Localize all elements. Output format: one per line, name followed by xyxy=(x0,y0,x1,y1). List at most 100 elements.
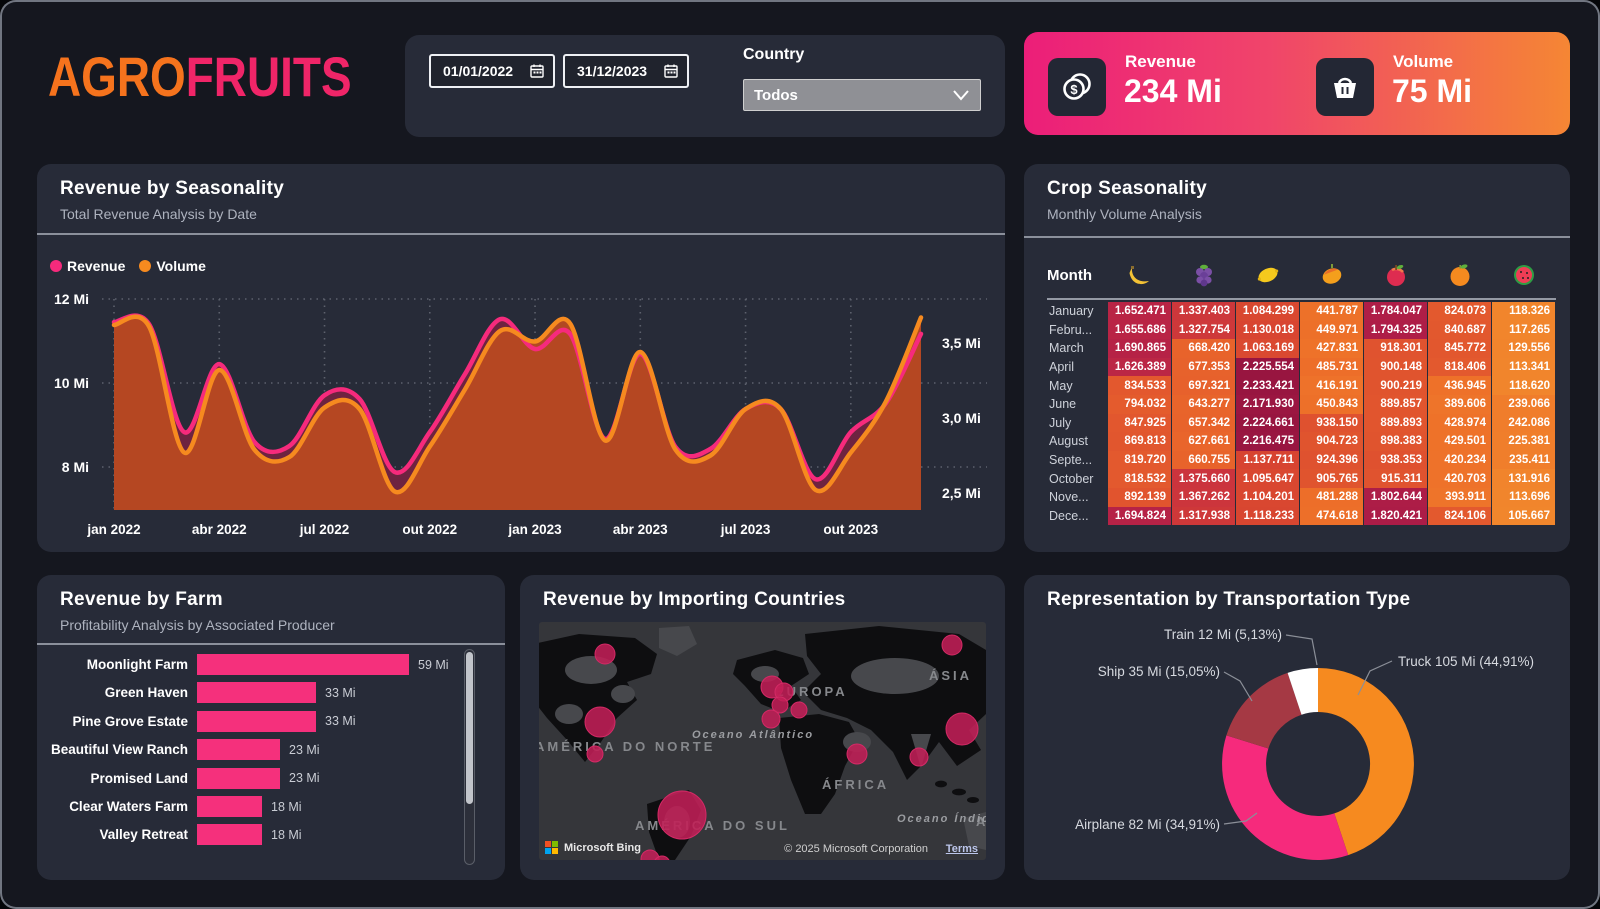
farm-scrollbar-thumb[interactable] xyxy=(466,652,473,804)
heatmap-cell[interactable]: 2.225.554 xyxy=(1236,358,1299,377)
mango-icon[interactable] xyxy=(1300,262,1364,288)
heatmap-cell[interactable]: 824.106 xyxy=(1428,507,1491,526)
heatmap-cell[interactable]: 1.626.389 xyxy=(1108,358,1171,377)
heatmap-cell[interactable]: 915.311 xyxy=(1364,469,1427,488)
heatmap-cell[interactable]: 1.655.686 xyxy=(1108,321,1171,340)
heatmap-cell[interactable]: 1.820.421 xyxy=(1364,507,1427,526)
heatmap-cell[interactable]: 1.690.865 xyxy=(1108,339,1171,358)
heatmap-cell[interactable]: 428.974 xyxy=(1428,414,1491,433)
banana-icon[interactable] xyxy=(1108,262,1172,288)
heatmap-cell[interactable]: 474.618 xyxy=(1300,507,1363,526)
heatmap-cell[interactable]: 129.556 xyxy=(1492,339,1555,358)
heatmap-cell[interactable]: 643.277 xyxy=(1172,395,1235,414)
heatmap-cell[interactable]: 235.411 xyxy=(1492,451,1555,470)
apple-icon[interactable] xyxy=(1364,262,1428,288)
date-end-input[interactable]: 31/12/2023 xyxy=(563,54,689,88)
heatmap-cell[interactable]: 429.501 xyxy=(1428,432,1491,451)
heatmap-cell[interactable]: 113.696 xyxy=(1492,488,1555,507)
heatmap-cell[interactable]: 1.327.754 xyxy=(1172,321,1235,340)
heatmap-cell[interactable]: 819.720 xyxy=(1108,451,1171,470)
map-bubble[interactable] xyxy=(946,713,978,745)
map-bubble[interactable] xyxy=(910,748,928,766)
heatmap-cell[interactable]: 393.911 xyxy=(1428,488,1491,507)
farm-bar[interactable] xyxy=(197,796,262,817)
farm-bar[interactable] xyxy=(197,768,280,789)
heatmap-cell[interactable]: 436.945 xyxy=(1428,376,1491,395)
map-bubble[interactable] xyxy=(587,746,603,762)
heatmap-cell[interactable]: 1.337.403 xyxy=(1172,302,1235,321)
map-bubble[interactable] xyxy=(762,710,780,728)
heatmap-cell[interactable]: 697.321 xyxy=(1172,376,1235,395)
heatmap-cell[interactable]: 840.687 xyxy=(1428,321,1491,340)
heatmap-cell[interactable]: 416.191 xyxy=(1300,376,1363,395)
map-bubble[interactable] xyxy=(847,744,867,764)
farm-scrollbar[interactable] xyxy=(464,649,475,865)
heatmap-cell[interactable]: 677.353 xyxy=(1172,358,1235,377)
heatmap-cell[interactable]: 117.265 xyxy=(1492,321,1555,340)
heatmap-cell[interactable]: 660.755 xyxy=(1172,451,1235,470)
heatmap-cell[interactable]: 834.533 xyxy=(1108,376,1171,395)
heatmap-cell[interactable]: 1.794.325 xyxy=(1364,321,1427,340)
donut-slice-ship[interactable] xyxy=(1226,673,1301,749)
heatmap-cell[interactable]: 131.916 xyxy=(1492,469,1555,488)
orange-icon[interactable] xyxy=(1428,262,1492,288)
heatmap-cell[interactable]: 845.772 xyxy=(1428,339,1491,358)
map-bubble[interactable] xyxy=(595,644,615,664)
heatmap-cell[interactable]: 118.326 xyxy=(1492,302,1555,321)
heatmap-cell[interactable]: 824.073 xyxy=(1428,302,1491,321)
heatmap-cell[interactable]: 924.396 xyxy=(1300,451,1363,470)
heatmap-cell[interactable]: 900.219 xyxy=(1364,376,1427,395)
heatmap-cell[interactable]: 900.148 xyxy=(1364,358,1427,377)
farm-bar[interactable] xyxy=(197,682,316,703)
heatmap-cell[interactable]: 1.118.233 xyxy=(1236,507,1299,526)
lemon-icon[interactable] xyxy=(1236,262,1300,288)
heatmap-cell[interactable]: 892.139 xyxy=(1108,488,1171,507)
heatmap-cell[interactable]: 105.667 xyxy=(1492,507,1555,526)
heatmap-cell[interactable]: 420.234 xyxy=(1428,451,1491,470)
transport-donut-chart[interactable]: Truck 105 Mi (44,91%)Airplane 82 Mi (34,… xyxy=(1024,575,1570,880)
heatmap-cell[interactable]: 869.813 xyxy=(1108,432,1171,451)
map-bubble[interactable] xyxy=(942,635,962,655)
heatmap-cell[interactable]: 2.216.475 xyxy=(1236,432,1299,451)
heatmap-cell[interactable]: 847.925 xyxy=(1108,414,1171,433)
heatmap-cell[interactable]: 627.661 xyxy=(1172,432,1235,451)
heatmap-cell[interactable]: 427.831 xyxy=(1300,339,1363,358)
farm-bar[interactable] xyxy=(197,711,316,732)
map-bubble[interactable] xyxy=(658,791,706,839)
heatmap-cell[interactable]: 898.383 xyxy=(1364,432,1427,451)
heatmap-cell[interactable]: 905.765 xyxy=(1300,469,1363,488)
heatmap-cell[interactable]: 1.084.299 xyxy=(1236,302,1299,321)
heatmap-cell[interactable]: 657.342 xyxy=(1172,414,1235,433)
volume-area[interactable] xyxy=(114,317,921,510)
heatmap-cell[interactable]: 441.787 xyxy=(1300,302,1363,321)
watermelon-icon[interactable] xyxy=(1492,262,1556,288)
heatmap-cell[interactable]: 1.367.262 xyxy=(1172,488,1235,507)
heatmap-cell[interactable]: 1.317.938 xyxy=(1172,507,1235,526)
farm-bar[interactable] xyxy=(197,654,409,675)
heatmap-cell[interactable]: 2.233.421 xyxy=(1236,376,1299,395)
heatmap-cell[interactable]: 1.784.047 xyxy=(1364,302,1427,321)
heatmap-cell[interactable]: 450.843 xyxy=(1300,395,1363,414)
heatmap-cell[interactable]: 1.130.018 xyxy=(1236,321,1299,340)
seasonality-area-chart[interactable]: 12 Mi10 Mi8 Mi3,5 Mi3,0 Mi2,5 Mijan 2022… xyxy=(37,164,1005,552)
heatmap-cell[interactable]: 113.341 xyxy=(1492,358,1555,377)
heatmap-cell[interactable]: 938.353 xyxy=(1364,451,1427,470)
heatmap-cell[interactable]: 118.620 xyxy=(1492,376,1555,395)
heatmap-cell[interactable]: 794.032 xyxy=(1108,395,1171,414)
heatmap-cell[interactable]: 481.288 xyxy=(1300,488,1363,507)
heatmap-cell[interactable]: 938.150 xyxy=(1300,414,1363,433)
heatmap-cell[interactable]: 389.606 xyxy=(1428,395,1491,414)
heatmap-cell[interactable]: 239.066 xyxy=(1492,395,1555,414)
heatmap-cell[interactable]: 918.301 xyxy=(1364,339,1427,358)
map-terms-link[interactable]: Terms xyxy=(946,843,978,855)
world-map[interactable]: AMÉRICA DO NORTEEUROPAÁSIAÁFRICAAMÉRICA … xyxy=(539,622,986,860)
heatmap-cell[interactable]: 420.703 xyxy=(1428,469,1491,488)
heatmap-cell[interactable]: 2.224.661 xyxy=(1236,414,1299,433)
heatmap-cell[interactable]: 904.723 xyxy=(1300,432,1363,451)
heatmap-cell[interactable]: 889.893 xyxy=(1364,414,1427,433)
heatmap-cell[interactable]: 1.137.711 xyxy=(1236,451,1299,470)
heatmap-cell[interactable]: 818.532 xyxy=(1108,469,1171,488)
map-bubble[interactable] xyxy=(791,702,807,718)
heatmap-cell[interactable]: 1.652.471 xyxy=(1108,302,1171,321)
country-dropdown[interactable]: Todos xyxy=(743,79,981,111)
